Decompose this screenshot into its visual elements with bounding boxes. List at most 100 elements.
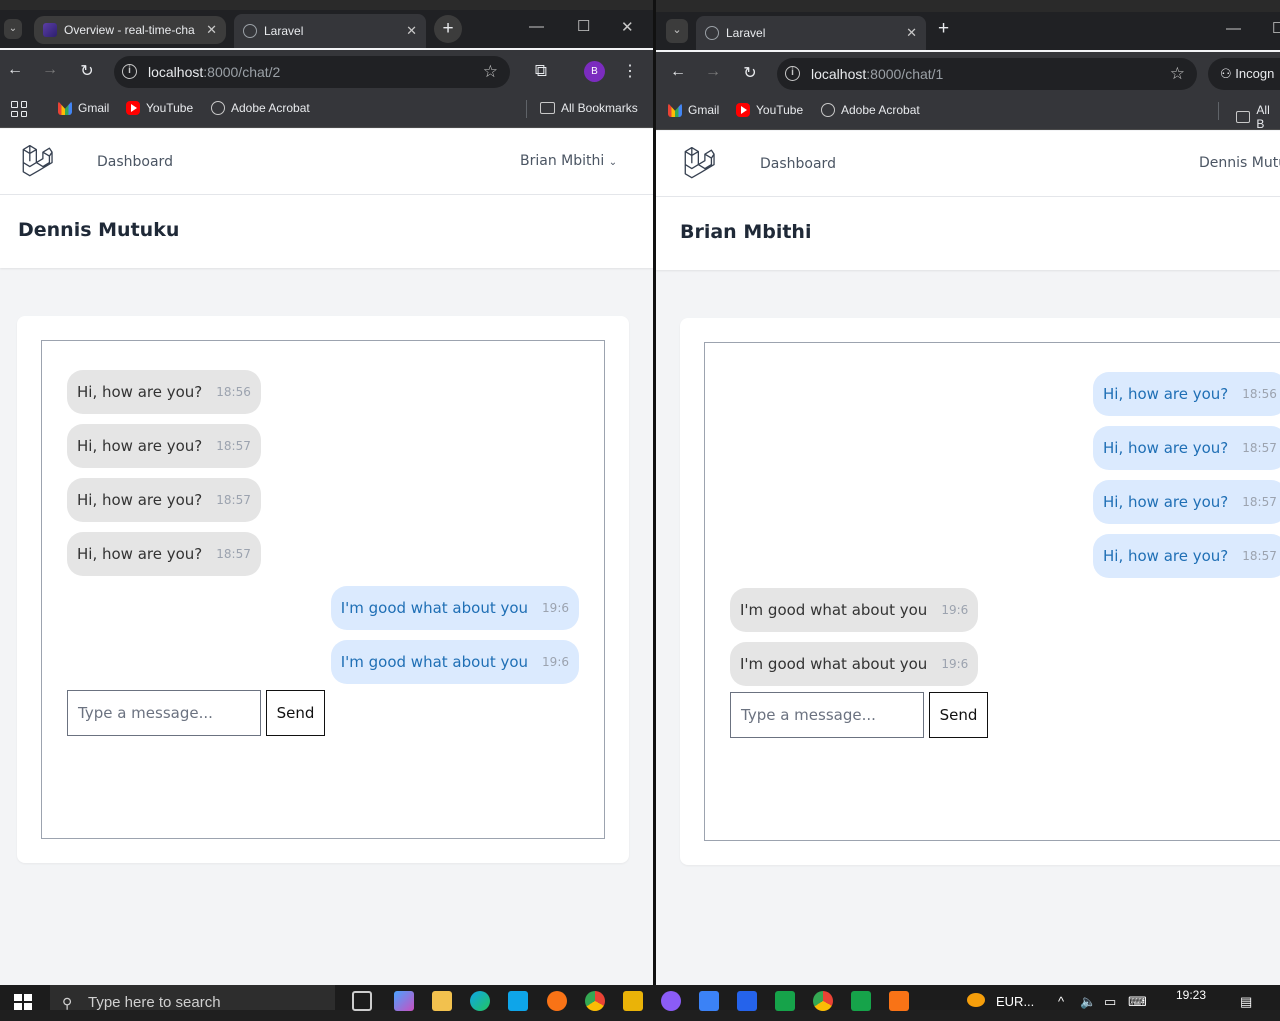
taskbar-search[interactable]: ⚲ Type here to search: [50, 985, 335, 1011]
apps-grid-icon[interactable]: [11, 101, 27, 117]
reload-icon[interactable]: ↻: [77, 61, 97, 81]
laravel-logo-icon[interactable]: [682, 145, 716, 179]
search-icon: ⚲: [62, 995, 73, 1011]
tab-overview[interactable]: Overview - real-time-cha ✕: [34, 16, 226, 44]
minimize-icon[interactable]: —: [529, 18, 544, 35]
all-bookmarks[interactable]: All Bookmarks: [540, 101, 638, 115]
vscode-icon[interactable]: [737, 991, 757, 1011]
bookmark-youtube[interactable]: YouTube: [126, 101, 193, 115]
maximize-icon[interactable]: ☐: [577, 17, 590, 35]
laravel-logo-icon[interactable]: [20, 143, 54, 177]
task-view-icon[interactable]: [352, 991, 372, 1011]
chrome-icon[interactable]: [585, 991, 605, 1011]
profile-avatar[interactable]: B: [584, 61, 605, 82]
message-text: Hi, how are you?: [1103, 439, 1229, 457]
menu-kebab-icon[interactable]: ⋮: [620, 61, 640, 81]
address-bar[interactable]: i localhost:8000/chat/1 ☆: [777, 58, 1197, 90]
user-dropdown[interactable]: Dennis Mutul: [1199, 155, 1280, 171]
all-bookmarks[interactable]: All B: [1236, 103, 1280, 131]
chrome-icon[interactable]: [813, 991, 833, 1011]
bookmark-label: Adobe Acrobat: [231, 101, 310, 115]
network-icon[interactable]: ▭: [1104, 994, 1116, 1010]
message-bubble: Hi, how are you? 18:56: [1093, 372, 1280, 416]
keyboard-icon[interactable]: ⌨: [1128, 994, 1147, 1010]
app-icon[interactable]: [623, 991, 643, 1011]
minimize-icon[interactable]: —: [1226, 20, 1241, 37]
mail-icon[interactable]: [699, 991, 719, 1011]
bookmark-label: Gmail: [688, 103, 720, 117]
message-bubble: I'm good what about you 19:6: [330, 586, 579, 630]
app-icon[interactable]: [547, 991, 567, 1011]
extensions-icon[interactable]: ⧉: [531, 61, 551, 81]
message-time: 18:56: [216, 385, 251, 399]
clock[interactable]: 19:23: [1176, 988, 1206, 1002]
send-button[interactable]: Send: [266, 690, 325, 736]
nav-dashboard-link[interactable]: Dashboard: [97, 154, 173, 170]
file-explorer-icon[interactable]: [432, 991, 452, 1011]
nav-dashboard-link[interactable]: Dashboard: [760, 156, 836, 172]
edge-icon[interactable]: [470, 991, 490, 1011]
message-bubble: Hi, how are you? 18:56: [67, 370, 261, 414]
toolbar: ← → ↻ i localhost:8000/chat/2 ☆ ⧉ B ⋮: [0, 50, 653, 92]
page-header: Brian Mbithi: [656, 197, 1280, 270]
close-icon[interactable]: ✕: [906, 25, 917, 41]
bookmark-adobe[interactable]: Adobe Acrobat: [821, 103, 920, 117]
bookmark-star-icon[interactable]: ☆: [1170, 64, 1185, 84]
forward-icon[interactable]: →: [40, 61, 60, 79]
tab-laravel[interactable]: Laravel ✕: [696, 16, 926, 50]
new-tab-button[interactable]: +: [434, 15, 462, 43]
bookmark-gmail[interactable]: Gmail: [58, 101, 109, 115]
back-icon[interactable]: ←: [5, 61, 25, 79]
message-time: 18:57: [216, 493, 251, 507]
message-time: 19:6: [542, 655, 569, 669]
url-path: :8000/chat/2: [203, 64, 281, 80]
bookmark-star-icon[interactable]: ☆: [483, 62, 498, 82]
start-windows-icon[interactable]: [14, 994, 32, 1010]
site-info-icon[interactable]: i: [122, 64, 137, 79]
window-close-icon[interactable]: ✕: [621, 18, 634, 36]
message-bubble: I'm good what about you 19:6: [730, 642, 979, 686]
address-bar[interactable]: i localhost:8000/chat/2 ☆: [114, 56, 510, 88]
app-icon[interactable]: [775, 991, 795, 1011]
reload-icon[interactable]: ↻: [740, 63, 760, 83]
youtube-icon: [736, 103, 750, 117]
message-time: 19:6: [941, 603, 969, 617]
back-icon[interactable]: ←: [668, 63, 688, 81]
incognito-indicator[interactable]: ⚇ Incogn: [1208, 58, 1280, 90]
store-icon[interactable]: [508, 991, 528, 1011]
app-icon[interactable]: [661, 991, 681, 1011]
message-bubble: Hi, how are you? 18:57: [67, 532, 261, 576]
maximize-icon[interactable]: ☐: [1272, 19, 1280, 37]
bookmark-adobe[interactable]: Adobe Acrobat: [211, 101, 310, 115]
bookmark-gmail[interactable]: Gmail: [668, 103, 719, 117]
app-icon[interactable]: [851, 991, 871, 1011]
tab-laravel[interactable]: Laravel ✕: [234, 14, 426, 48]
title-strip: [656, 0, 1280, 12]
message-input[interactable]: Type a message...: [67, 690, 261, 736]
xampp-icon[interactable]: [889, 991, 909, 1011]
message-bubble: Hi, how are you? 18:57: [67, 478, 261, 522]
currency-ticker[interactable]: EUR...: [996, 994, 1034, 1009]
copilot-icon[interactable]: [394, 991, 414, 1011]
message-bubble: Hi, how are you? 18:57: [1093, 534, 1280, 578]
close-icon[interactable]: ✕: [406, 23, 417, 39]
message-time: 18:57: [1242, 441, 1277, 455]
gmail-icon: [58, 101, 72, 115]
bookmark-youtube[interactable]: YouTube: [736, 103, 803, 117]
new-tab-button[interactable]: +: [938, 18, 949, 40]
site-info-icon[interactable]: i: [785, 66, 800, 81]
message-input[interactable]: Type a message...: [730, 692, 924, 738]
volume-icon[interactable]: 🔈: [1080, 994, 1096, 1010]
forward-icon[interactable]: →: [703, 63, 723, 81]
chevron-up-icon[interactable]: ^: [1058, 994, 1064, 1009]
notifications-icon[interactable]: ▤: [1240, 994, 1252, 1010]
search-placeholder: Type here to search: [88, 994, 221, 1011]
app-navbar: Dashboard Dennis Mutul: [656, 131, 1280, 197]
globe-icon: [821, 103, 835, 117]
tab-search-button[interactable]: ⌄: [666, 19, 688, 43]
close-icon[interactable]: ✕: [206, 22, 217, 38]
tab-search-button[interactable]: ⌄: [4, 19, 22, 39]
user-dropdown[interactable]: Brian Mbithi ⌄: [520, 153, 617, 169]
send-button[interactable]: Send: [929, 692, 988, 738]
message-text: Hi, how are you?: [1103, 547, 1229, 565]
